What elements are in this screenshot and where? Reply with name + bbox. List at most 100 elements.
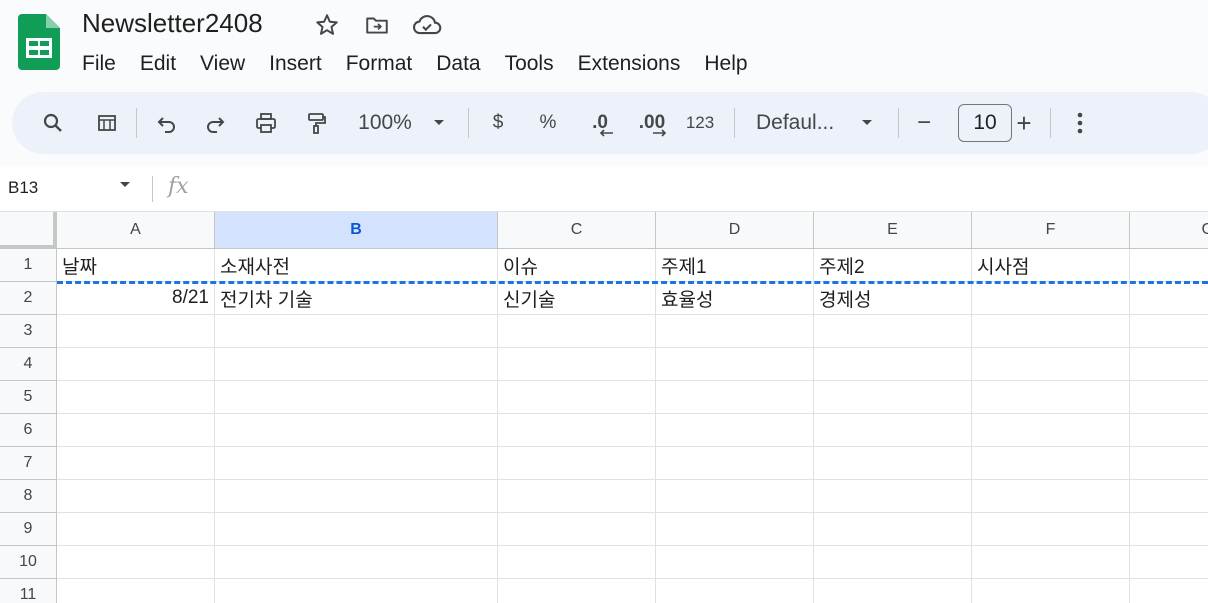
cell-d6[interactable] xyxy=(656,414,814,447)
percent-format-button[interactable]: % xyxy=(534,92,562,154)
cell-a3[interactable] xyxy=(57,315,215,348)
cell-e2[interactable]: 경제성 xyxy=(814,282,972,315)
cell-b1[interactable]: 소재사전 xyxy=(215,249,498,282)
cell-c8[interactable] xyxy=(498,480,656,513)
row-header-9[interactable]: 9 xyxy=(0,513,57,546)
cell-d10[interactable] xyxy=(656,546,814,579)
cell-c4[interactable] xyxy=(498,348,656,381)
column-header-g[interactable]: G xyxy=(1130,212,1208,249)
cell-a4[interactable] xyxy=(57,348,215,381)
cell-f3[interactable] xyxy=(972,315,1130,348)
formula-input[interactable] xyxy=(210,174,1200,204)
cell-c11[interactable] xyxy=(498,579,656,603)
menu-insert[interactable]: Insert xyxy=(257,52,334,76)
cell-c6[interactable] xyxy=(498,414,656,447)
row-header-4[interactable]: 4 xyxy=(0,348,57,381)
search-menus-icon[interactable] xyxy=(38,92,68,154)
cell-d1[interactable]: 주제1 xyxy=(656,249,814,282)
cell-a6[interactable] xyxy=(57,414,215,447)
cell-c1[interactable]: 이슈 xyxy=(498,249,656,282)
table-icon[interactable] xyxy=(92,92,122,154)
cell-f7[interactable] xyxy=(972,447,1130,480)
column-header-f[interactable]: F xyxy=(972,212,1130,249)
cell-b8[interactable] xyxy=(215,480,498,513)
cell-f11[interactable] xyxy=(972,579,1130,603)
font-dropdown-icon[interactable] xyxy=(856,92,878,154)
paint-format-icon[interactable] xyxy=(300,92,332,154)
column-header-b[interactable]: B xyxy=(215,212,498,249)
row-header-2[interactable]: 2 xyxy=(0,282,57,315)
cell-b9[interactable] xyxy=(215,513,498,546)
row-header-1[interactable]: 1 xyxy=(0,249,57,282)
cell-a1[interactable]: 날짜 xyxy=(57,249,215,282)
cell-e5[interactable] xyxy=(814,381,972,414)
row-header-7[interactable]: 7 xyxy=(0,447,57,480)
column-header-a[interactable]: A xyxy=(57,212,215,249)
cell-a5[interactable] xyxy=(57,381,215,414)
cell-c5[interactable] xyxy=(498,381,656,414)
cell-b4[interactable] xyxy=(215,348,498,381)
cell-d5[interactable] xyxy=(656,381,814,414)
cell-g1[interactable] xyxy=(1130,249,1208,282)
menu-file[interactable]: File xyxy=(70,52,128,76)
cell-e8[interactable] xyxy=(814,480,972,513)
cell-c9[interactable] xyxy=(498,513,656,546)
cell-f4[interactable] xyxy=(972,348,1130,381)
cell-e11[interactable] xyxy=(814,579,972,603)
font-family-select[interactable]: Defaul... xyxy=(750,92,846,154)
cell-e6[interactable] xyxy=(814,414,972,447)
cell-c3[interactable] xyxy=(498,315,656,348)
cell-f2[interactable] xyxy=(972,282,1130,315)
cell-g8[interactable] xyxy=(1130,480,1208,513)
cell-d7[interactable] xyxy=(656,447,814,480)
cell-b6[interactable] xyxy=(215,414,498,447)
column-header-d[interactable]: D xyxy=(656,212,814,249)
cell-d4[interactable] xyxy=(656,348,814,381)
row-header-8[interactable]: 8 xyxy=(0,480,57,513)
cell-a9[interactable] xyxy=(57,513,215,546)
sheets-logo-icon[interactable] xyxy=(18,14,60,70)
cell-g6[interactable] xyxy=(1130,414,1208,447)
row-header-11[interactable]: 11 xyxy=(0,579,57,603)
cell-a8[interactable] xyxy=(57,480,215,513)
menu-edit[interactable]: Edit xyxy=(128,52,188,76)
currency-format-button[interactable]: $ xyxy=(484,92,512,154)
cell-c7[interactable] xyxy=(498,447,656,480)
row-header-6[interactable]: 6 xyxy=(0,414,57,447)
cell-e9[interactable] xyxy=(814,513,972,546)
decrease-font-size-button[interactable]: − xyxy=(910,92,938,154)
cell-e7[interactable] xyxy=(814,447,972,480)
select-all-corner[interactable] xyxy=(0,212,57,249)
name-box[interactable]: B13 xyxy=(8,178,38,198)
cell-e10[interactable] xyxy=(814,546,972,579)
more-formats-button[interactable]: 123 xyxy=(680,92,720,154)
cell-d9[interactable] xyxy=(656,513,814,546)
cell-e3[interactable] xyxy=(814,315,972,348)
cell-f5[interactable] xyxy=(972,381,1130,414)
move-folder-icon[interactable] xyxy=(362,10,392,40)
cell-e4[interactable] xyxy=(814,348,972,381)
print-icon[interactable] xyxy=(250,92,282,154)
cell-b11[interactable] xyxy=(215,579,498,603)
cell-c10[interactable] xyxy=(498,546,656,579)
cell-g4[interactable] xyxy=(1130,348,1208,381)
row-header-3[interactable]: 3 xyxy=(0,315,57,348)
zoom-select[interactable]: 100% xyxy=(352,92,418,154)
cell-b3[interactable] xyxy=(215,315,498,348)
menu-tools[interactable]: Tools xyxy=(493,52,566,76)
cell-b10[interactable] xyxy=(215,546,498,579)
increase-font-size-button[interactable]: + xyxy=(1010,92,1038,154)
cell-b2[interactable]: 전기차 기술 xyxy=(215,282,498,315)
menu-format[interactable]: Format xyxy=(334,52,425,76)
name-box-dropdown-icon[interactable] xyxy=(118,180,132,190)
star-icon[interactable] xyxy=(312,10,342,40)
cell-g11[interactable] xyxy=(1130,579,1208,603)
decrease-decimal-button[interactable]: .0 xyxy=(582,92,618,154)
zoom-dropdown-icon[interactable] xyxy=(428,92,450,154)
redo-icon[interactable] xyxy=(200,92,230,154)
cell-e1[interactable]: 주제2 xyxy=(814,249,972,282)
cell-a2[interactable]: 8/21 xyxy=(57,282,215,315)
cell-d11[interactable] xyxy=(656,579,814,603)
cell-f9[interactable] xyxy=(972,513,1130,546)
document-title[interactable]: Newsletter2408 xyxy=(82,8,263,39)
